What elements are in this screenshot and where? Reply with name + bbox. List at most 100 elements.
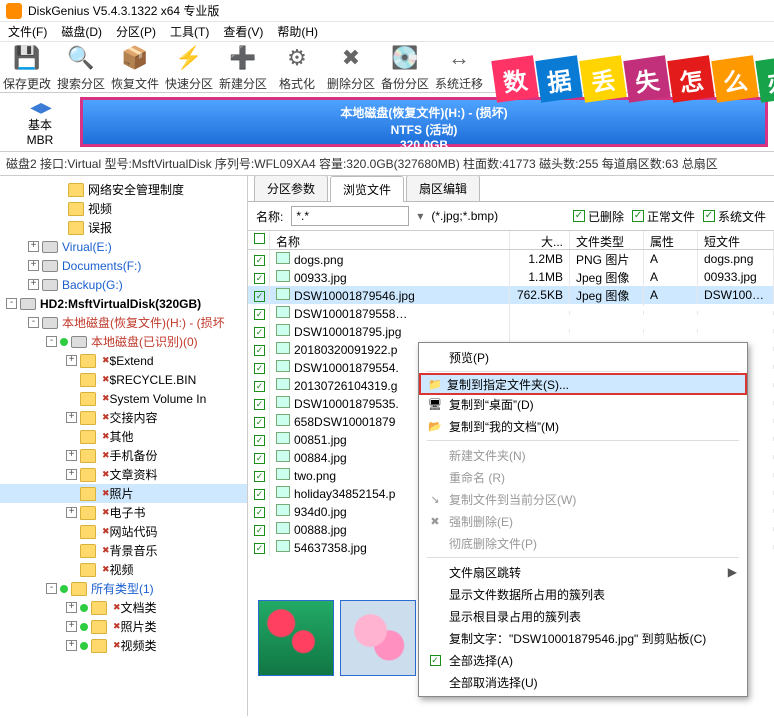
file-row[interactable]: ✓dogs.png1.2MBPNG 图片Adogs.png — [248, 250, 774, 268]
context-menu-item[interactable]: 显示根目录占用的簇列表 — [421, 605, 745, 627]
menu-item-label: 复制到指定文件夹(S)... — [447, 376, 569, 393]
tree-item[interactable]: +Virual(E:) — [0, 237, 247, 256]
filter-input[interactable] — [291, 206, 409, 226]
expander-icon[interactable]: + — [66, 412, 77, 423]
context-menu-item[interactable]: ✓全部选择(A) — [421, 649, 745, 671]
expander-icon[interactable] — [66, 431, 77, 442]
expander-icon[interactable] — [66, 545, 77, 556]
menu-help[interactable]: 帮助(H) — [277, 23, 318, 40]
tree-item[interactable]: ✖网站代码 — [0, 522, 247, 541]
context-menu-item[interactable]: 预览(P) — [421, 346, 745, 368]
tree-item[interactable]: +✖文档类 — [0, 598, 247, 617]
menu-tools[interactable]: 工具(T) — [170, 23, 209, 40]
context-menu-item[interactable]: 🖥复制到“桌面”(D) — [421, 393, 745, 415]
expander-icon[interactable] — [66, 488, 77, 499]
expander-icon[interactable]: + — [28, 279, 39, 290]
expander-icon[interactable] — [54, 222, 65, 233]
expander-icon[interactable] — [54, 203, 65, 214]
expander-icon[interactable] — [66, 564, 77, 575]
col-size[interactable]: 大... — [510, 231, 570, 249]
partition-bar[interactable]: 本地磁盘(恢复文件)(H:) - (损坏) NTFS (活动) 320.0GB — [80, 97, 768, 147]
expander-icon[interactable]: + — [66, 640, 77, 651]
file-row[interactable]: ✓DSW100018795.jpg — [248, 322, 774, 340]
tree-item[interactable]: ✖背景音乐 — [0, 541, 247, 560]
file-row[interactable]: ✓DSW10001879558… — [248, 304, 774, 322]
tree-item[interactable]: ✖其他 — [0, 427, 247, 446]
expander-icon[interactable]: - — [28, 317, 39, 328]
file-row[interactable]: ✓00933.jpg1.1MBJpeg 图像A00933.jpg — [248, 268, 774, 286]
toolbar-恢复文件[interactable]: 📦恢复文件 — [108, 45, 162, 92]
col-short[interactable]: 短文件 — [698, 231, 774, 249]
menu-file[interactable]: 文件(F) — [8, 23, 47, 40]
col-check[interactable] — [248, 231, 270, 249]
expander-icon[interactable]: + — [66, 602, 77, 613]
tree-item[interactable]: +✖照片类 — [0, 617, 247, 636]
tree-item[interactable]: -本地磁盘(恢复文件)(H:) - (损坏 — [0, 313, 247, 332]
expander-icon[interactable]: + — [28, 241, 39, 252]
tree-item[interactable]: ✖System Volume In — [0, 389, 247, 408]
chk-deleted[interactable]: ✓已删除 — [573, 208, 624, 225]
chk-system[interactable]: ✓系统文件 — [703, 208, 766, 225]
thumbnail[interactable] — [258, 600, 334, 676]
expander-icon[interactable]: + — [66, 507, 77, 518]
tree-panel[interactable]: 网络安全管理制度视频误报+Virual(E:)+Documents(F:)+Ba… — [0, 176, 248, 716]
tree-item[interactable]: +✖交接内容 — [0, 408, 247, 427]
menu-partition[interactable]: 分区(P) — [116, 23, 156, 40]
expander-icon[interactable] — [66, 393, 77, 404]
expander-icon[interactable] — [54, 184, 65, 195]
context-menu-item[interactable]: 📂复制到“我的文档”(M) — [421, 415, 745, 437]
expander-icon[interactable]: + — [66, 450, 77, 461]
menu-disk[interactable]: 磁盘(D) — [61, 23, 102, 40]
tree-item[interactable]: +✖电子书 — [0, 503, 247, 522]
tree-item[interactable]: +✖$Extend — [0, 351, 247, 370]
tree-item[interactable]: ✖视频 — [0, 560, 247, 579]
menu-view[interactable]: 查看(V) — [223, 23, 263, 40]
tree-item[interactable]: 视频 — [0, 199, 247, 218]
col-name[interactable]: 名称 — [270, 231, 510, 249]
nav-arrows-icon[interactable]: ◀ ▶ — [0, 99, 80, 116]
tree-item[interactable]: -本地磁盘(已识别)(0) — [0, 332, 247, 351]
tree-item[interactable]: 网络安全管理制度 — [0, 180, 247, 199]
col-attr[interactable]: 属性 — [644, 231, 698, 249]
tree-item[interactable]: +Documents(F:) — [0, 256, 247, 275]
chk-normal[interactable]: ✓正常文件 — [632, 208, 695, 225]
expander-icon[interactable] — [66, 526, 77, 537]
tab-browse-files[interactable]: 浏览文件 — [330, 176, 404, 202]
toolbar-保存更改[interactable]: 💾保存更改 — [0, 45, 54, 92]
context-menu-item[interactable]: 📁复制到指定文件夹(S)... — [419, 373, 747, 395]
expander-icon[interactable]: - — [46, 336, 57, 347]
expander-icon[interactable]: - — [46, 583, 57, 594]
context-menu-item[interactable]: 显示文件数据所占用的簇列表 — [421, 583, 745, 605]
tree-item[interactable]: -所有类型(1) — [0, 579, 247, 598]
toolbar-备份分区[interactable]: 💽备份分区 — [378, 45, 432, 92]
expander-icon[interactable]: + — [66, 355, 77, 366]
file-row[interactable]: ✓DSW10001879546.jpg762.5KBJpeg 图像ADSW100… — [248, 286, 774, 304]
expander-icon[interactable]: - — [6, 298, 17, 309]
expander-icon[interactable]: + — [66, 621, 77, 632]
tab-partition-params[interactable]: 分区参数 — [254, 176, 328, 201]
context-menu-item[interactable]: 复制文字："DSW10001879546.jpg" 到剪贴板(C) — [421, 627, 745, 649]
toolbar-快速分区[interactable]: ⚡快速分区 — [162, 45, 216, 92]
toolbar-删除分区[interactable]: ✖删除分区 — [324, 45, 378, 92]
tree-item[interactable]: +✖文章资料 — [0, 465, 247, 484]
tree-item[interactable]: -HD2:MsftVirtualDisk(320GB) — [0, 294, 247, 313]
tree-item[interactable]: ✖照片 — [0, 484, 247, 503]
toolbar-新建分区[interactable]: ➕新建分区 — [216, 45, 270, 92]
context-menu-item[interactable]: 文件扇区跳转▶ — [421, 561, 745, 583]
expander-icon[interactable]: + — [28, 260, 39, 271]
expander-icon[interactable] — [66, 374, 77, 385]
toolbar-搜索分区[interactable]: 🔍搜索分区 — [54, 45, 108, 92]
tree-item[interactable]: +✖视频类 — [0, 636, 247, 655]
tree-item[interactable]: +Backup(G:) — [0, 275, 247, 294]
app-logo-icon — [6, 3, 22, 19]
toolbar-格式化[interactable]: ⚙格式化 — [270, 45, 324, 92]
toolbar-系统迁移[interactable]: ↔系统迁移 — [432, 45, 486, 92]
tab-sector-edit[interactable]: 扇区编辑 — [406, 176, 480, 201]
context-menu-item[interactable]: 全部取消选择(U) — [421, 671, 745, 693]
tree-item[interactable]: +✖手机备份 — [0, 446, 247, 465]
col-type[interactable]: 文件类型 — [570, 231, 644, 249]
thumbnail[interactable] — [340, 600, 416, 676]
tree-item[interactable]: ✖$RECYCLE.BIN — [0, 370, 247, 389]
tree-item[interactable]: 误报 — [0, 218, 247, 237]
expander-icon[interactable]: + — [66, 469, 77, 480]
